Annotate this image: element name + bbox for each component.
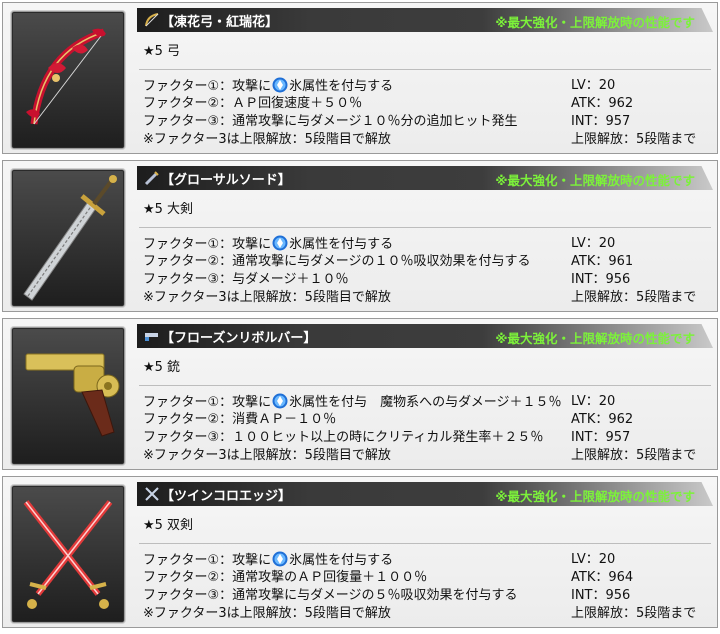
- factor-2: ファクター②：ＡＰ回復速度＋５０％: [143, 96, 363, 111]
- max-note: ※最大強化・上限解放時の性能です: [495, 173, 695, 188]
- factor-1: ファクター①：攻撃に 氷属性を付与する: [143, 235, 394, 252]
- max-note: ※最大強化・上限解放時の性能です: [495, 331, 695, 346]
- factor-2: ファクター②：通常攻撃のＡＰ回復量＋１００％: [143, 570, 428, 585]
- weapon-rarity: ★5 銃: [143, 360, 181, 375]
- factor-3: ファクター③：与ダメージ＋１０％: [143, 272, 349, 287]
- factor-list: ファクター①：攻撃に 氷属性を付与する ファクター②：通常攻撃に与ダメージの１０％…: [143, 235, 531, 307]
- factor-list: ファクター①：攻撃に 氷属性を付与する ファクター②：ＡＰ回復速度＋５０％ ファク…: [143, 77, 518, 149]
- gun-icon: [145, 333, 158, 341]
- level: LV：20: [571, 552, 616, 567]
- level: LV：20: [571, 236, 616, 251]
- ice-element-icon: [272, 393, 288, 409]
- atk: ATK：961: [571, 254, 634, 269]
- factor-list: ファクター①：攻撃に 氷属性を付与する ファクター②：通常攻撃のＡＰ回復量＋１００…: [143, 551, 518, 623]
- atk: ATK：962: [571, 412, 634, 427]
- level: LV：20: [571, 394, 616, 409]
- factor-note: ※ファクター3は上限解放：5段階目で解放: [143, 606, 391, 621]
- factor-3: ファクター③：通常攻撃に与ダメージ１０％分の追加ヒット発生: [143, 114, 518, 129]
- max-note: ※最大強化・上限解放時の性能です: [495, 489, 695, 504]
- factor-1: ファクター①：攻撃に 氷属性を付与する: [143, 77, 394, 94]
- stats: LV：20 ATK：962 INT：957 上限解放：5段階まで: [571, 77, 696, 149]
- weapon-name: 【ツインコロエッジ】: [161, 489, 292, 504]
- max-note: ※最大強化・上限解放時の性能です: [495, 15, 695, 30]
- ice-element-icon: [272, 235, 288, 251]
- int: INT：956: [571, 588, 631, 603]
- weapon-header: 【フローズンリボルバー】 ※最大強化・上限解放時の性能です: [137, 324, 713, 348]
- weapon-card: 【フローズンリボルバー】 ※最大強化・上限解放時の性能です ★5 銃 ファクター…: [2, 318, 718, 470]
- revolver-image: [11, 327, 125, 465]
- bow-image: [11, 11, 125, 149]
- weapon-rarity: ★5 双剣: [143, 518, 194, 533]
- limit-break: 上限解放：5段階まで: [571, 448, 697, 463]
- weapon-name: 【フローズンリボルバー】: [161, 331, 317, 346]
- factor-1: ファクター①：攻撃に 氷属性を付与 魔物系への与ダメージ＋１５％: [143, 393, 562, 410]
- limit-break: 上限解放：5段階まで: [571, 132, 697, 147]
- weapon-header: 【ツインコロエッジ】 ※最大強化・上限解放時の性能です: [137, 482, 713, 506]
- factor-3: ファクター③：通常攻撃に与ダメージの５％吸収効果を付与する: [143, 588, 518, 603]
- weapon-rarity: ★5 大剣: [143, 202, 194, 217]
- atk: ATK：962: [571, 96, 634, 111]
- int: INT：956: [571, 272, 631, 287]
- level: LV：20: [571, 78, 616, 93]
- ice-element-icon: [272, 77, 288, 93]
- weapon-name: 【凍花弓・紅瑞花】: [161, 15, 279, 30]
- factor-2: ファクター②：消費ＡＰ－１０％: [143, 412, 337, 427]
- limit-break: 上限解放：5段階まで: [571, 290, 697, 305]
- greatsword-icon: [144, 171, 159, 186]
- factor-note: ※ファクター3は上限解放：5段階目で解放: [143, 290, 391, 305]
- weapon-card: 【グローサルソード】 ※最大強化・上限解放時の性能です ★5 大剣 ファクター①…: [2, 160, 718, 312]
- twin-swords-image: [11, 485, 125, 623]
- int: INT：957: [571, 430, 631, 445]
- divider: [139, 227, 711, 228]
- weapon-name: 【グローサルソード】: [161, 173, 291, 188]
- weapon-header: 【グローサルソード】 ※最大強化・上限解放時の性能です: [137, 166, 713, 190]
- greatsword-image: [11, 169, 125, 307]
- ice-element-icon: [272, 551, 288, 567]
- weapon-card: 【凍花弓・紅瑞花】 ※最大強化・上限解放時の性能です ★5 弓 ファクター①：攻…: [2, 2, 718, 154]
- divider: [139, 543, 711, 544]
- weapon-card: 【ツインコロエッジ】 ※最大強化・上限解放時の性能です ★5 双剣 ファクター①…: [2, 476, 718, 628]
- factor-list: ファクター①：攻撃に 氷属性を付与 魔物系への与ダメージ＋１５％ ファクター②：消…: [143, 393, 562, 465]
- factor-3: ファクター③：１００ヒット以上の時にクリティカル発生率＋２５％: [143, 430, 544, 445]
- divider: [139, 69, 711, 70]
- divider: [139, 385, 711, 386]
- bow-icon: [145, 13, 159, 27]
- stats: LV：20 ATK：964 INT：956 上限解放：5段階まで: [571, 551, 696, 623]
- weapon-rarity: ★5 弓: [143, 44, 181, 59]
- int: INT：957: [571, 114, 631, 129]
- weapon-header: 【凍花弓・紅瑞花】 ※最大強化・上限解放時の性能です: [137, 8, 713, 32]
- twin-swords-icon: [145, 487, 159, 501]
- factor-2: ファクター②：通常攻撃に与ダメージの１０％吸収効果を付与する: [143, 254, 531, 269]
- factor-note: ※ファクター3は上限解放：5段階目で解放: [143, 132, 391, 147]
- atk: ATK：964: [571, 570, 634, 585]
- stats: LV：20 ATK：962 INT：957 上限解放：5段階まで: [571, 393, 696, 465]
- stats: LV：20 ATK：961 INT：956 上限解放：5段階まで: [571, 235, 696, 307]
- factor-1: ファクター①：攻撃に 氷属性を付与する: [143, 551, 394, 568]
- limit-break: 上限解放：5段階まで: [571, 606, 697, 621]
- factor-note: ※ファクター3は上限解放：5段階目で解放: [143, 448, 391, 463]
